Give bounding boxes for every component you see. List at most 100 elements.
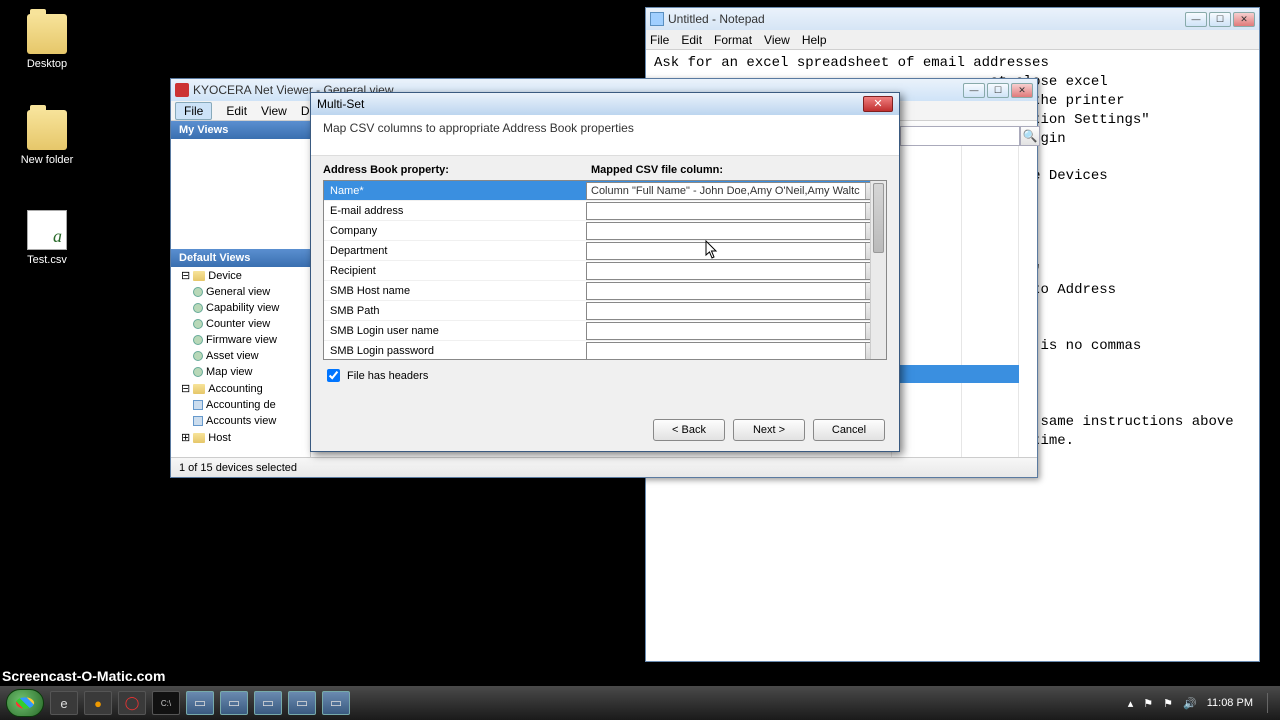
tree-item-firmware[interactable]: Firmware view <box>171 332 310 348</box>
menu-edit[interactable]: Edit <box>681 33 702 47</box>
view-icon <box>193 367 203 377</box>
icon-label: Test.csv <box>12 254 82 266</box>
tray-up-icon[interactable]: ▴ <box>1128 697 1134 710</box>
watermark-text: Screencast-O-Matic.com <box>2 668 165 684</box>
taskbar-app-icon[interactable]: ▭ <box>288 691 316 715</box>
tray-clock[interactable]: 11:08 PM <box>1207 697 1253 709</box>
start-button[interactable] <box>6 689 44 717</box>
column-dropdown[interactable]: ▾ <box>586 222 884 240</box>
dialog-title: Multi-Set <box>317 97 863 111</box>
taskbar-explorer-icon[interactable]: ▭ <box>186 691 214 715</box>
desktop-icon-testcsv[interactable]: Test.csv <box>12 210 82 266</box>
next-button[interactable]: Next > <box>733 419 805 441</box>
notepad-icon <box>650 12 664 26</box>
kyocera-search-input[interactable] <box>900 126 1020 146</box>
mapping-row[interactable]: SMB Host name▾ <box>324 281 886 301</box>
mapping-row[interactable]: SMB Login password▾ <box>324 341 886 360</box>
tree-node-accounting[interactable]: ⊟ Accounting <box>171 380 310 397</box>
tree-node-host[interactable]: ⊞ Host <box>171 429 310 446</box>
tray-volume-icon[interactable]: 🔊 <box>1183 697 1197 710</box>
tree-item-counter[interactable]: Counter view <box>171 316 310 332</box>
tree-item-map[interactable]: Map view <box>171 364 310 380</box>
back-button[interactable]: < Back <box>653 419 725 441</box>
search-icon[interactable]: 🔍 <box>1020 126 1040 146</box>
column-dropdown[interactable]: ▾ <box>586 282 884 300</box>
taskbar-app-icon[interactable]: ● <box>84 691 112 715</box>
view-icon <box>193 319 203 329</box>
menu-file[interactable]: File <box>175 102 212 120</box>
close-button[interactable]: ✕ <box>1011 83 1033 98</box>
folder-icon <box>27 110 67 150</box>
scrollbar[interactable] <box>870 181 886 359</box>
menu-edit[interactable]: Edit <box>226 104 247 118</box>
menu-view[interactable]: View <box>261 104 287 118</box>
menu-help[interactable]: Help <box>802 33 827 47</box>
taskbar-cmd-icon[interactable]: C:\ <box>152 691 180 715</box>
sidebar-header-default[interactable]: Default Views <box>171 249 310 267</box>
property-label: SMB Login user name <box>324 325 584 337</box>
column-dropdown[interactable]: Column "Full Name" - John Doe,Amy O'Neil… <box>586 182 884 200</box>
cancel-button[interactable]: Cancel <box>813 419 885 441</box>
tree-item-accounting-de[interactable]: Accounting de <box>171 397 310 413</box>
mapping-row[interactable]: SMB Login user name▾ <box>324 321 886 341</box>
minimize-button[interactable]: — <box>963 83 985 98</box>
column-dropdown[interactable]: ▾ <box>586 242 884 260</box>
icon-label: New folder <box>12 154 82 166</box>
column-dropdown[interactable]: ▾ <box>586 262 884 280</box>
column-dropdown[interactable]: ▾ <box>586 342 884 360</box>
menu-file[interactable]: File <box>650 33 669 47</box>
tree-item-asset[interactable]: Asset view <box>171 348 310 364</box>
label-property: Address Book property: <box>323 164 591 176</box>
taskbar-app-icon[interactable]: ▭ <box>220 691 248 715</box>
taskbar-notepad-icon[interactable]: ▭ <box>254 691 282 715</box>
view-icon <box>193 287 203 297</box>
mapping-table: Name*Column "Full Name" - John Doe,Amy O… <box>323 180 887 360</box>
scrollbar-thumb[interactable] <box>873 183 884 253</box>
maximize-button[interactable]: ☐ <box>1209 12 1231 27</box>
mapping-row[interactable]: Company▾ <box>324 221 886 241</box>
csv-file-icon <box>27 210 67 250</box>
sidebar-header-myviews[interactable]: My Views <box>171 121 310 139</box>
dialog-titlebar[interactable]: Multi-Set ✕ <box>311 93 899 115</box>
mapping-row[interactable]: E-mail address▾ <box>324 201 886 221</box>
checkbox-input[interactable] <box>327 369 340 382</box>
tree-node-device[interactable]: ⊟ Device <box>171 267 310 284</box>
desktop-icon-newfolder[interactable]: New folder <box>12 110 82 166</box>
tray-flag-icon[interactable]: ⚑ <box>1163 697 1173 710</box>
taskbar: e ● ◯ C:\ ▭ ▭ ▭ ▭ ▭ ▴ ⚑ ⚑ 🔊 11:08 PM <box>0 686 1280 720</box>
mapping-row[interactable]: Name*Column "Full Name" - John Doe,Amy O… <box>324 181 886 201</box>
menu-device[interactable]: D <box>301 104 310 118</box>
file-has-headers-checkbox[interactable]: File has headers <box>323 366 887 385</box>
label-mapped: Mapped CSV file column: <box>591 164 723 176</box>
menu-format[interactable]: Format <box>714 33 752 47</box>
tree-item-accounts-view[interactable]: Accounts view <box>171 413 310 429</box>
taskbar-app-icon[interactable]: ◯ <box>118 691 146 715</box>
dialog-close-button[interactable]: ✕ <box>863 96 893 112</box>
column-dropdown[interactable]: ▾ <box>586 322 884 340</box>
show-desktop-button[interactable] <box>1267 693 1268 713</box>
tree-item-general[interactable]: General view <box>171 284 310 300</box>
user-icon <box>193 400 203 410</box>
mapping-row[interactable]: SMB Path▾ <box>324 301 886 321</box>
column-dropdown[interactable]: ▾ <box>586 202 884 220</box>
property-label: Name* <box>324 185 584 197</box>
minimize-button[interactable]: — <box>1185 12 1207 27</box>
taskbar-ie-icon[interactable]: e <box>50 691 78 715</box>
desktop-icon-desktop[interactable]: Desktop <box>12 14 82 70</box>
notepad-titlebar[interactable]: Untitled - Notepad — ☐ ✕ <box>646 8 1259 30</box>
tree-item-capability[interactable]: Capability view <box>171 300 310 316</box>
property-label: SMB Login password <box>324 345 584 357</box>
mapping-row[interactable]: Recipient▾ <box>324 261 886 281</box>
column-dropdown[interactable]: ▾ <box>586 302 884 320</box>
system-tray: ▴ ⚑ ⚑ 🔊 11:08 PM <box>1128 693 1274 713</box>
tray-flag-icon[interactable]: ⚑ <box>1143 697 1153 710</box>
mapping-row[interactable]: Department▾ <box>324 241 886 261</box>
folder-icon <box>27 14 67 54</box>
dialog-subtitle: Map CSV columns to appropriate Address B… <box>311 115 899 156</box>
menu-view[interactable]: View <box>764 33 790 47</box>
maximize-button[interactable]: ☐ <box>987 83 1009 98</box>
folder-icon <box>193 271 205 281</box>
close-button[interactable]: ✕ <box>1233 12 1255 27</box>
view-icon <box>193 335 203 345</box>
taskbar-kyocera-icon[interactable]: ▭ <box>322 691 350 715</box>
